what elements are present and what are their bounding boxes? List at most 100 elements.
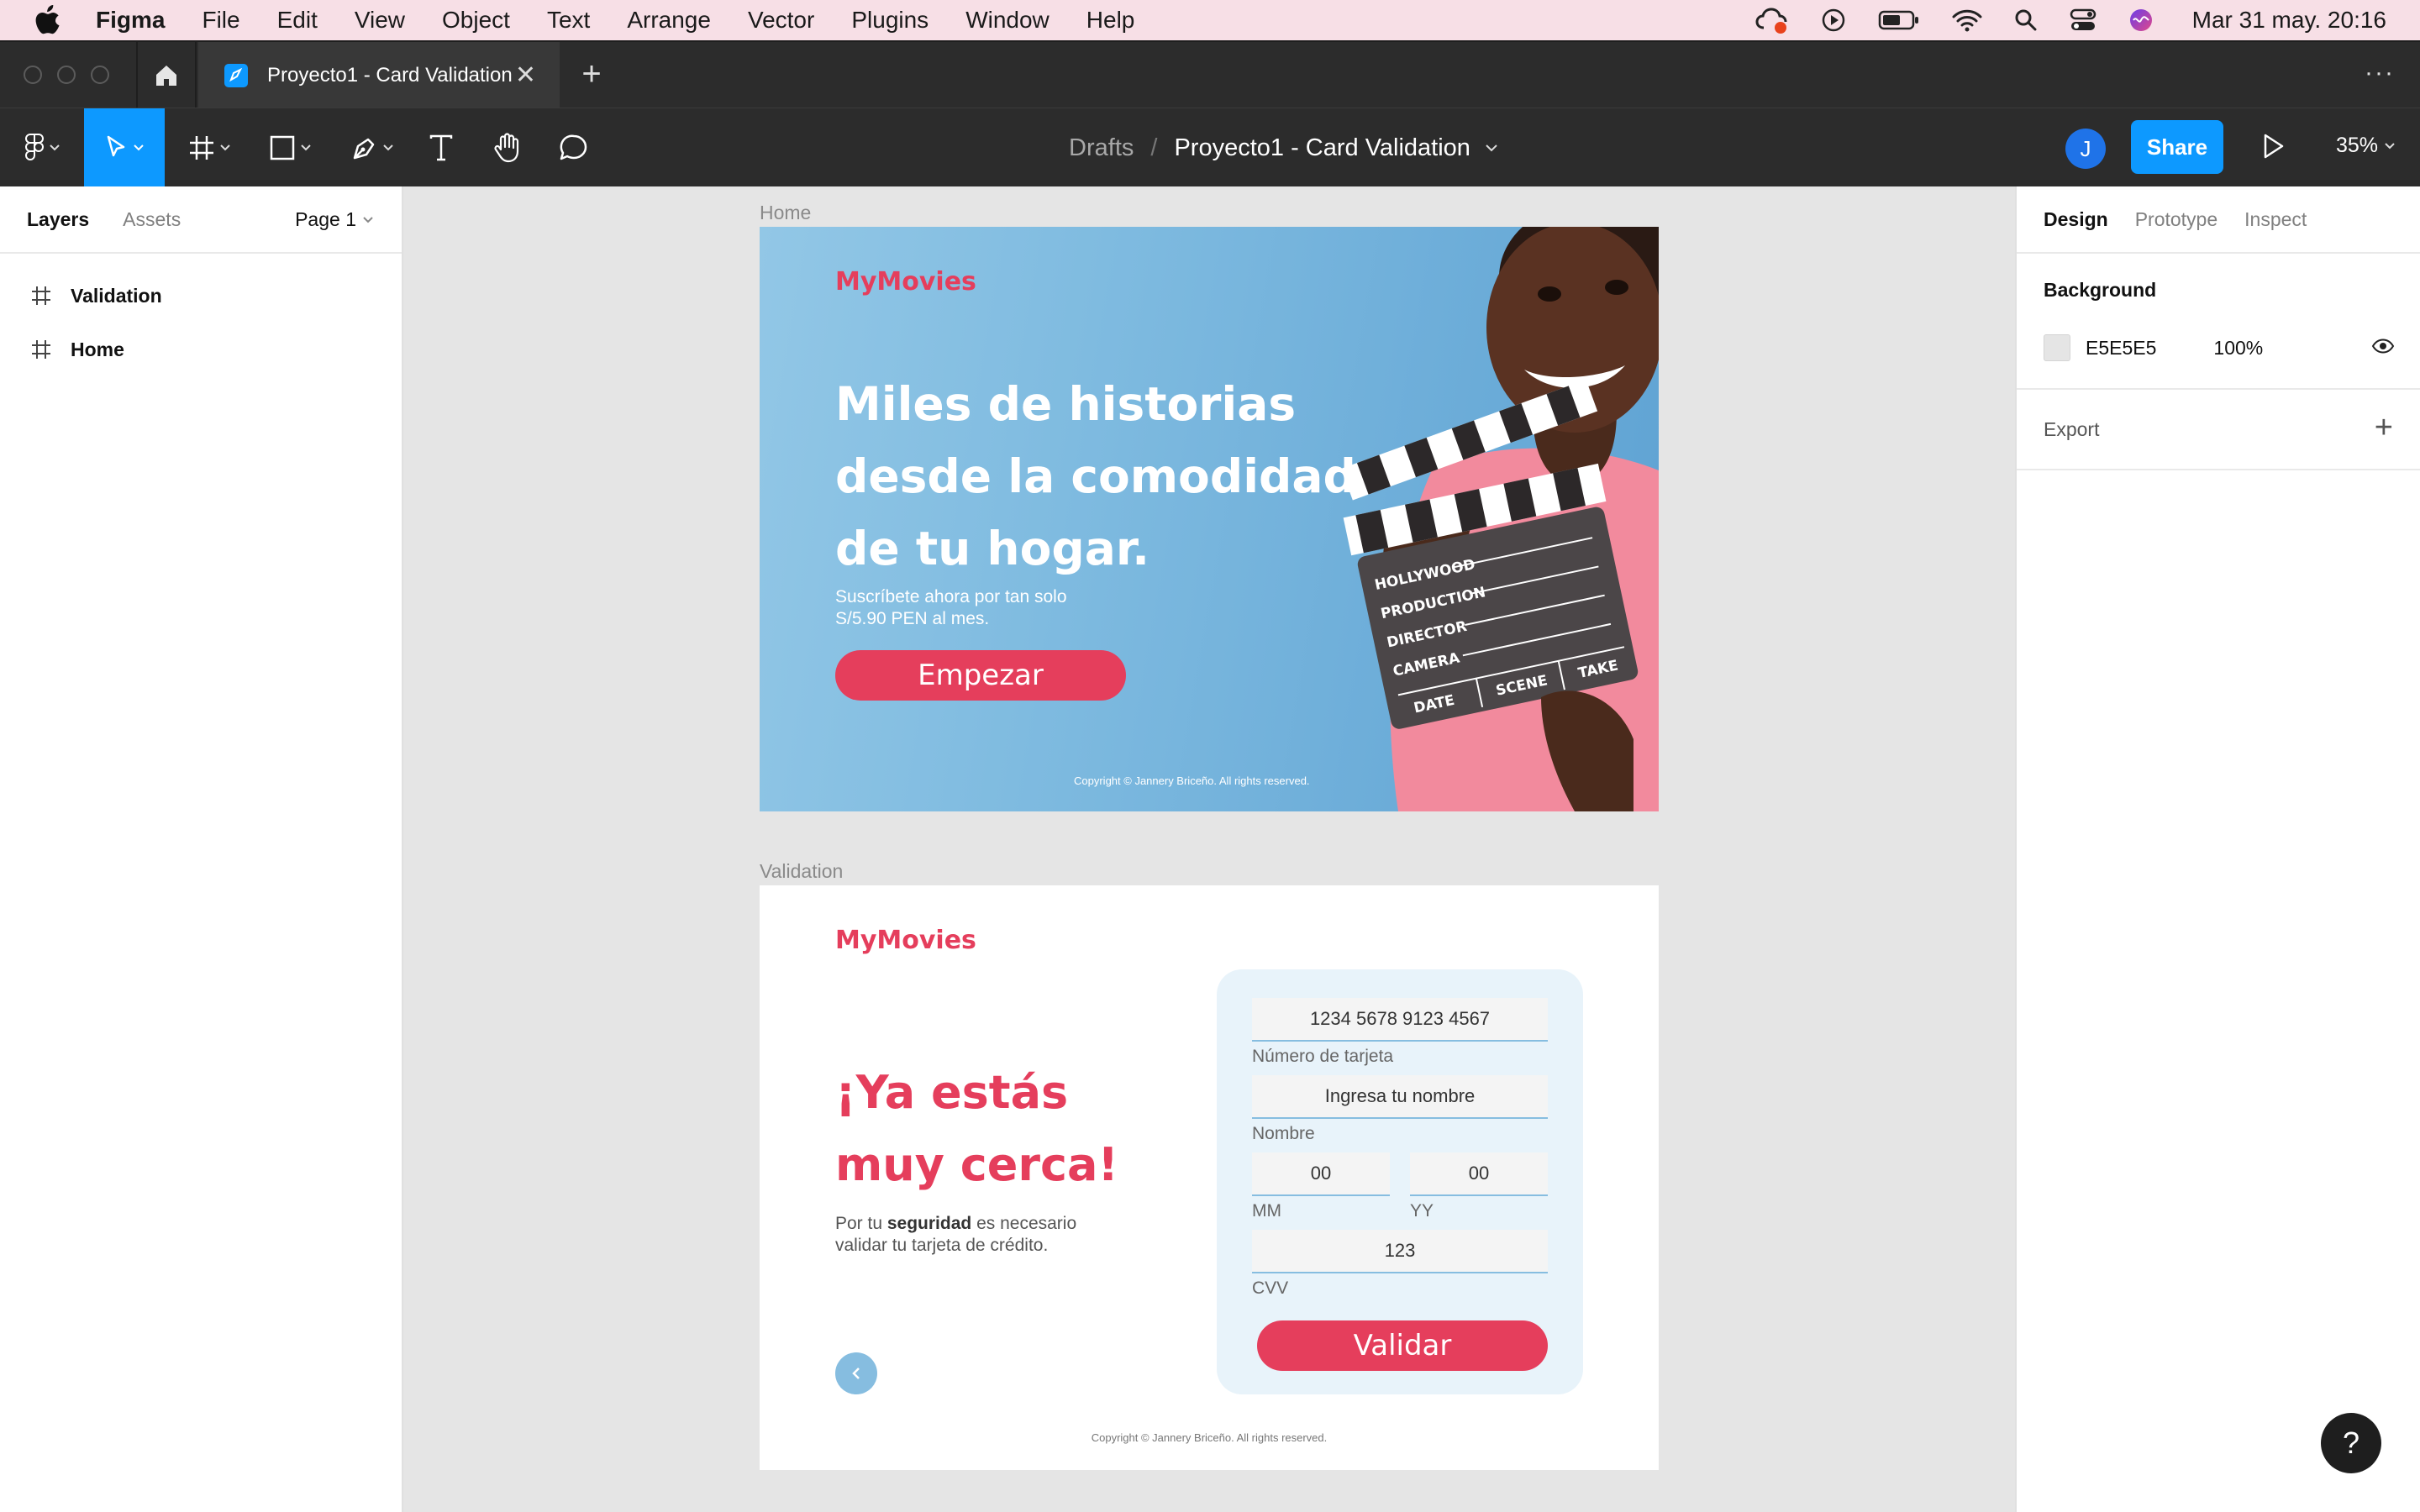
export-title: Export <box>2044 418 2100 440</box>
hand-tool-button[interactable] <box>487 108 528 187</box>
apple-icon[interactable] <box>34 5 62 35</box>
home-frame-label[interactable]: Home <box>760 202 811 224</box>
pen-tool-button[interactable] <box>343 108 402 187</box>
breadcrumb-separator: / <box>1150 134 1158 161</box>
zoom-dropdown[interactable]: 35% <box>2336 134 2395 158</box>
more-options-icon[interactable]: ··· <box>2365 59 2395 87</box>
siri-icon[interactable] <box>2128 8 2154 33</box>
month-label: MM <box>1252 1201 1281 1221</box>
menu-plugins[interactable]: Plugins <box>851 7 929 34</box>
year-label: YY <box>1410 1201 1434 1221</box>
validate-button[interactable]: Validar <box>1257 1320 1548 1371</box>
home-frame[interactable]: HOLLYWOOD PRODUCTION DIRECTOR CAMERA DAT… <box>760 227 1659 811</box>
validation-title: ¡Ya estás muy cerca! <box>835 1066 1119 1191</box>
shape-tool-button[interactable] <box>260 108 319 187</box>
home-copyright: Copyright © Jannery Briceño. All rights … <box>1074 774 1310 787</box>
validation-description-bold: seguridad <box>886 1214 972 1233</box>
menu-object[interactable]: Object <box>442 7 510 34</box>
share-button[interactable]: Share <box>2131 120 2223 174</box>
frame-tool-button[interactable] <box>180 108 239 187</box>
zoom-window-button[interactable] <box>91 66 109 84</box>
help-button[interactable]: ? <box>2321 1413 2381 1473</box>
breadcrumb-file-name[interactable]: Proyecto1 - Card Validation <box>1174 134 1470 162</box>
menu-file[interactable]: File <box>202 7 239 34</box>
text-tool-button[interactable] <box>422 108 460 187</box>
new-tab-button[interactable]: + <box>575 57 608 91</box>
month-field[interactable]: 00 <box>1252 1152 1390 1196</box>
rectangle-icon <box>270 135 295 160</box>
minimize-window-button[interactable] <box>57 66 76 84</box>
name-label: Nombre <box>1252 1124 1315 1143</box>
zoom-level: 35% <box>2336 134 2379 157</box>
wifi-icon[interactable] <box>1952 8 1982 32</box>
background-section: Background E5E5E5 100% <box>2017 254 2420 390</box>
tab-assets[interactable]: Assets <box>123 208 181 231</box>
close-window-button[interactable] <box>24 66 42 84</box>
page-selector[interactable]: Page 1 <box>295 208 373 231</box>
page-selector-label: Page 1 <box>295 208 356 230</box>
main-menu-button[interactable] <box>15 108 69 187</box>
cvv-field[interactable]: 123 <box>1252 1230 1548 1273</box>
chevron-down-icon <box>220 144 230 151</box>
spotlight-search-icon[interactable] <box>2014 8 2038 32</box>
menu-view[interactable]: View <box>355 7 405 34</box>
pen-icon <box>353 138 375 160</box>
menu-edit[interactable]: Edit <box>277 7 318 34</box>
start-button[interactable]: Empezar <box>835 650 1126 701</box>
media-play-icon[interactable] <box>1821 8 1846 33</box>
hero-title: Miles de historias desde la comodidad de… <box>835 377 1356 575</box>
comment-tool-button[interactable] <box>553 108 595 187</box>
tab-inspect[interactable]: Inspect <box>2244 208 2307 231</box>
user-avatar[interactable]: J <box>2065 129 2106 169</box>
cursor-icon <box>107 135 125 157</box>
present-button[interactable] <box>2260 132 2286 165</box>
year-field[interactable]: 00 <box>1410 1152 1548 1196</box>
chevron-down-icon <box>50 144 60 151</box>
menu-vector[interactable]: Vector <box>748 7 814 34</box>
validation-frame[interactable]: MyMovies ¡Ya estás muy cerca! Por tu seg… <box>760 885 1659 1470</box>
design-file-icon <box>224 64 248 87</box>
close-tab-icon[interactable]: ✕ <box>515 60 536 90</box>
background-opacity-input[interactable]: 100% <box>2213 337 2263 360</box>
menubar-clock[interactable]: Mar 31 may. 20:16 <box>2192 7 2386 34</box>
validation-frame-label[interactable]: Validation <box>760 860 843 883</box>
layer-item-validation[interactable]: Validation <box>0 269 402 323</box>
name-field[interactable]: Ingresa tu nombre <box>1252 1075 1548 1119</box>
tab-layers[interactable]: Layers <box>27 208 89 231</box>
export-section: Export + <box>2017 390 2420 470</box>
validation-description-prefix: Por tu <box>835 1214 887 1233</box>
breadcrumb-drafts[interactable]: Drafts <box>1069 134 1134 162</box>
layer-item-home[interactable]: Home <box>0 323 402 376</box>
tab-prototype[interactable]: Prototype <box>2135 208 2217 231</box>
control-center-icon[interactable] <box>2070 8 2096 32</box>
hero-subtitle: Suscríbete ahora por tan solo S/5.90 PEN… <box>835 587 1067 628</box>
menu-help[interactable]: Help <box>1086 7 1135 34</box>
file-tab[interactable]: Proyecto1 - Card Validation ✕ <box>198 42 560 109</box>
back-button[interactable] <box>835 1352 877 1394</box>
background-color-swatch[interactable] <box>2044 334 2070 361</box>
frame-icon <box>32 286 50 305</box>
menu-app-figma[interactable]: Figma <box>96 7 165 34</box>
menu-window[interactable]: Window <box>965 7 1050 34</box>
eye-icon[interactable] <box>2371 338 2395 354</box>
menubar: Figma File Edit View Object Text Arrange… <box>0 0 2420 40</box>
creative-cloud-icon[interactable] <box>1755 6 1789 34</box>
chevron-down-icon[interactable] <box>1486 144 1497 152</box>
chevron-down-icon <box>301 144 311 151</box>
menu-text[interactable]: Text <box>547 7 590 34</box>
window-controls <box>24 66 109 84</box>
frame-icon <box>32 340 50 359</box>
move-tool-button[interactable] <box>84 108 165 187</box>
card-number-label: Número de tarjeta <box>1252 1047 1394 1066</box>
hand-icon <box>494 133 519 163</box>
home-button[interactable] <box>136 42 197 109</box>
add-export-icon[interactable]: + <box>2375 412 2393 444</box>
menu-arrange[interactable]: Arrange <box>627 7 711 34</box>
background-title: Background <box>2044 279 2157 301</box>
tab-design[interactable]: Design <box>2044 208 2108 231</box>
validation-description: Por tu seguridad es necesario validar tu… <box>835 1213 1121 1257</box>
background-hex-input[interactable]: E5E5E5 <box>2086 337 2156 360</box>
battery-icon <box>1878 10 1918 30</box>
validation-copyright: Copyright © Jannery Briceño. All rights … <box>1091 1431 1328 1444</box>
card-number-field[interactable]: 1234 5678 9123 4567 <box>1252 998 1548 1042</box>
